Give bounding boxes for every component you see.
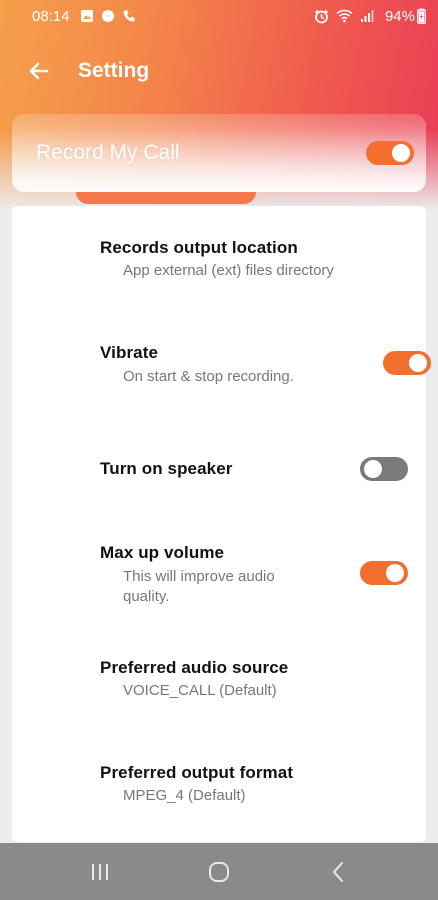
nav-back-button[interactable] [308,852,368,892]
setting-title: Preferred output format [100,763,294,782]
setting-audio-source[interactable]: Preferred audio source VOICE_CALL (Defau… [100,658,408,701]
setting-subtitle: VOICE_CALL (Default) [123,682,277,699]
record-my-call-toggle[interactable] [366,141,414,165]
battery-level: 94% [384,7,415,25]
record-my-call-card: Record My Call [12,114,426,192]
system-nav-bar [0,843,438,900]
settings-card: Records output location App external (ex… [12,206,431,842]
setting-title: Preferred audio source [100,658,289,677]
battery-icon [417,8,426,24]
toggle-knob [409,354,427,372]
max-volume-toggle[interactable] [360,561,408,585]
setting-subtitle: App external (ext) files directory [123,262,334,279]
setting-title: Turn on speaker [100,459,233,478]
app-bar: Setting [0,45,438,97]
setting-vibrate[interactable]: Vibrate On start & stop recording. [100,343,431,387]
vibrate-toggle[interactable] [383,351,431,375]
home-icon [208,861,229,882]
wifi-icon [336,9,353,23]
toggle-knob [364,460,382,478]
toggle-knob [392,144,410,162]
setting-speaker[interactable]: Turn on speaker [100,457,408,481]
messenger-icon [101,9,115,23]
status-time: 08:14 [32,7,70,25]
speaker-toggle[interactable] [360,457,408,481]
signal-icon [360,9,374,23]
gallery-icon [80,9,94,23]
setting-subtitle: On start & stop recording. [123,368,294,385]
setting-title: Records output location [100,238,298,257]
toggle-knob [386,564,404,582]
setting-output-location[interactable]: Records output location App external (ex… [100,238,408,281]
page-title: Setting [78,59,150,82]
card-tab-decoration [76,192,256,204]
setting-output-format[interactable]: Preferred output format MPEG_4 (Default) [100,763,408,806]
call-icon [122,9,136,23]
setting-max-volume[interactable]: Max up volume This will improve audio qu… [100,543,408,607]
setting-subtitle: This will improve audio quality. [123,568,275,605]
back-icon [332,861,344,882]
recent-apps-icon [91,863,108,880]
setting-title: Max up volume [100,543,225,562]
back-button[interactable] [24,56,54,86]
arrow-left-icon [29,62,49,80]
home-button[interactable] [189,852,249,892]
status-bar: 08:14 94% [0,0,438,32]
setting-title: Vibrate [100,343,159,362]
record-my-call-label: Record My Call [36,141,180,164]
recent-apps-button[interactable] [70,852,130,892]
alarm-icon [314,9,329,24]
setting-subtitle: MPEG_4 (Default) [123,787,246,804]
